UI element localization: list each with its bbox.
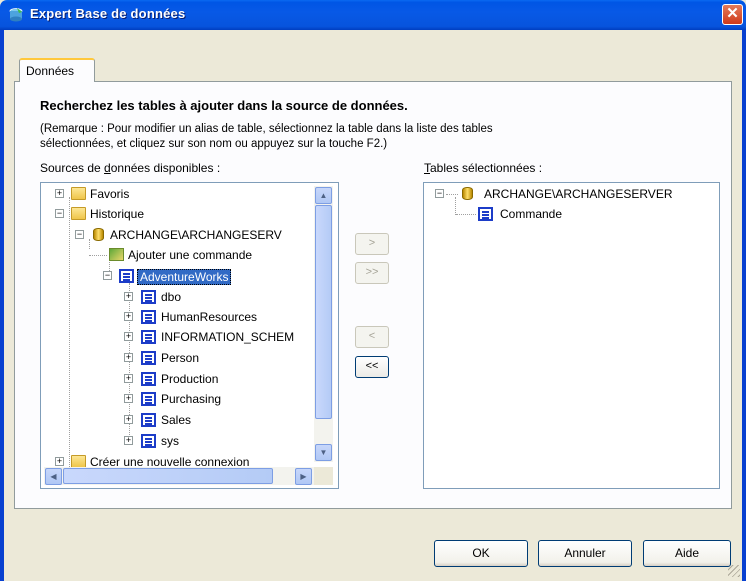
tree-item-adventureworks[interactable]: − AdventureWorks [41, 266, 321, 286]
schema-icon [141, 413, 156, 427]
tree-item-label: ARCHANGE\ARCHANGESERVER [484, 187, 673, 201]
tree-item-schema[interactable]: + sys [41, 431, 321, 451]
collapse-icon[interactable]: − [55, 209, 64, 218]
tree-item-label: Production [161, 372, 219, 386]
tree-item-schema[interactable]: + Purchasing [41, 389, 321, 409]
schema-icon [119, 269, 134, 283]
expand-icon[interactable]: + [124, 312, 133, 321]
tree-item-label: Purchasing [161, 392, 222, 406]
ok-button[interactable]: OK [434, 540, 528, 567]
collapse-icon[interactable]: − [103, 271, 112, 280]
title-bar[interactable]: Expert Base de données ✕ [0, 0, 746, 30]
scroll-left-button[interactable]: ◀ [45, 468, 62, 485]
schema-icon [141, 372, 156, 386]
tree-item-label: Favoris [90, 187, 130, 201]
window-title: Expert Base de données [30, 6, 186, 21]
cancel-button[interactable]: Annuler [538, 540, 632, 567]
scroll-up-button[interactable]: ▲ [315, 187, 332, 204]
expand-icon[interactable]: + [124, 374, 133, 383]
expand-icon[interactable]: + [55, 189, 64, 198]
tree-item-schema[interactable]: + INFORMATION_SCHEM [41, 327, 321, 347]
tree-item-schema[interactable]: + Production [41, 369, 321, 389]
tree-item-label: sys [161, 434, 179, 448]
label-part: onnées disponibles : [110, 161, 221, 175]
tree-item-server[interactable]: − ARCHANGE\ARCHANGESERVER [424, 184, 714, 204]
tree-item-schema[interactable]: + Person [41, 348, 321, 368]
database-icon [462, 187, 473, 200]
add-all-tables-button[interactable]: >> [355, 262, 389, 284]
schema-icon [141, 310, 156, 324]
instructions-remark: (Remarque : Pour modifier un alias de ta… [40, 122, 600, 152]
folder-icon [71, 187, 86, 200]
tree-item-favoris[interactable]: + Favoris [41, 184, 321, 204]
schema-icon [141, 290, 156, 304]
available-sources-tree[interactable]: + Favoris − Historique − ARCHANGE\ARCHAN… [40, 182, 339, 489]
tab-donnees[interactable]: Données [19, 58, 95, 82]
tree-item-label: Commande [500, 207, 563, 221]
label-part: Sources de [40, 161, 105, 175]
instructions-heading: Recherchez les tables à ajouter dans la … [40, 98, 408, 113]
remark-line-1: (Remarque : Pour modifier un alias de ta… [40, 123, 493, 135]
scroll-right-button[interactable]: ▶ [295, 468, 312, 485]
tree-item-label: AdventureWorks [137, 269, 232, 285]
close-button[interactable]: ✕ [722, 4, 743, 25]
tree-connector [89, 255, 107, 256]
add-command-icon [109, 248, 124, 261]
horizontal-scrollbar[interactable]: ◀ ▶ [44, 467, 314, 485]
schema-icon [141, 351, 156, 365]
collapse-icon[interactable]: − [75, 230, 84, 239]
tree-item-historique[interactable]: − Historique [41, 204, 321, 224]
schema-icon [141, 392, 156, 406]
tree-item-server[interactable]: − ARCHANGE\ARCHANGESERV [41, 225, 321, 245]
tree-item-label: INFORMATION_SCHEM [161, 330, 295, 344]
scroll-thumb[interactable] [63, 468, 273, 484]
help-button[interactable]: Aide [643, 540, 731, 567]
expand-icon[interactable]: + [55, 457, 64, 466]
tree-item-label: Person [161, 351, 200, 365]
expand-icon[interactable]: + [124, 332, 133, 341]
resize-grip[interactable] [728, 565, 740, 577]
folder-icon [71, 207, 86, 220]
schema-icon [141, 434, 156, 448]
scroll-down-button[interactable]: ▼ [315, 444, 332, 461]
remove-table-button[interactable]: < [355, 326, 389, 348]
scrollbar-corner [314, 467, 333, 485]
expand-icon[interactable]: + [124, 292, 133, 301]
expand-icon[interactable]: + [124, 415, 133, 424]
tree-item-label: Ajouter une commande [128, 248, 253, 262]
expand-icon[interactable]: + [124, 353, 133, 362]
tree-item-add-command[interactable]: Ajouter une commande [41, 245, 321, 265]
schema-icon [141, 330, 156, 344]
mnemonic: d [104, 161, 111, 175]
tree-item-schema[interactable]: + HumanResources [41, 307, 321, 327]
collapse-icon[interactable]: − [435, 189, 444, 198]
database-icon [93, 228, 104, 241]
remove-all-tables-button[interactable]: << [355, 356, 389, 378]
expand-icon[interactable]: + [124, 436, 133, 445]
scroll-thumb[interactable] [315, 205, 332, 419]
selected-tables-label: Tables sélectionnées : [424, 161, 542, 175]
add-table-button[interactable]: > [355, 233, 389, 255]
tree-item-label: Historique [90, 207, 145, 221]
tree-item-label: HumanResources [161, 310, 258, 324]
vertical-scrollbar[interactable]: ▲ ▼ [314, 186, 333, 462]
tree-item-schema[interactable]: + dbo [41, 287, 321, 307]
schema-icon [478, 207, 493, 221]
tree-item-label: ARCHANGE\ARCHANGESERV [110, 228, 282, 242]
tree-item-label: dbo [161, 290, 182, 304]
tree-item-commande[interactable]: Commande [424, 204, 714, 224]
window-frame-right [742, 30, 746, 581]
window-frame-left [0, 30, 4, 581]
tree-connector [456, 214, 476, 215]
tree-item-schema[interactable]: + Sales [41, 410, 321, 430]
database-expert-icon [9, 8, 23, 22]
available-sources-label: Sources de données disponibles : [40, 161, 220, 175]
expand-icon[interactable]: + [124, 394, 133, 403]
selected-tables-tree[interactable]: − ARCHANGE\ARCHANGESERVER Commande [423, 182, 720, 489]
remark-line-2: sélectionnées, et cliquez sur son nom ou… [40, 138, 388, 150]
tree-item-label: Sales [161, 413, 192, 427]
label-part: ables sélectionnées : [430, 161, 543, 175]
